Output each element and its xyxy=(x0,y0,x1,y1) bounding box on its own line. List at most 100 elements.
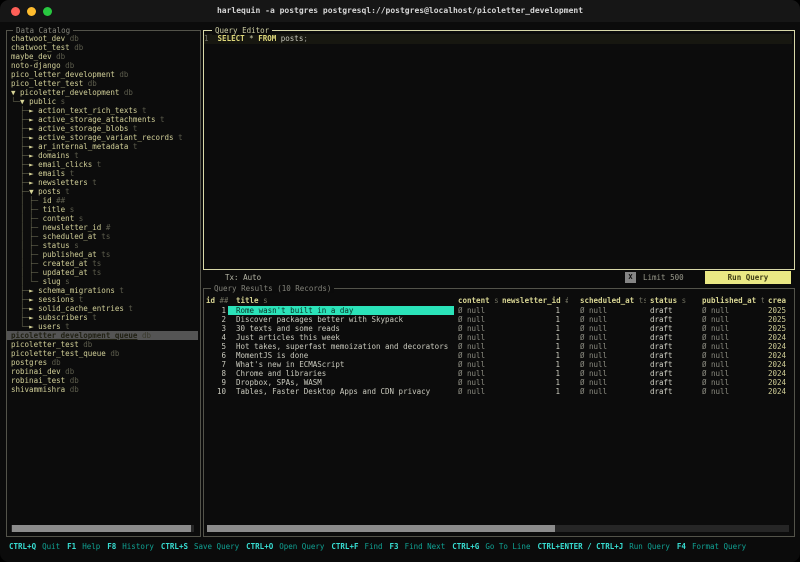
table-cell[interactable]: 1 xyxy=(500,306,568,315)
catalog-item[interactable]: maybe_dev db xyxy=(7,52,198,61)
table-cell[interactable]: 2024 xyxy=(764,342,792,351)
expand-arrow-icon[interactable]: ► xyxy=(29,295,38,304)
transaction-mode[interactable]: Tx: Auto xyxy=(225,271,261,284)
table-cell[interactable]: 30 texts and some reads xyxy=(228,324,454,333)
table-cell[interactable]: 2024 xyxy=(764,369,792,378)
catalog-item[interactable]: └─▼ public s xyxy=(7,97,198,106)
results-horizontal-scrollbar[interactable] xyxy=(207,525,789,532)
column-header[interactable]: status s xyxy=(646,296,690,306)
catalog-item[interactable]: │ └─ slug s xyxy=(7,277,198,286)
table-cell[interactable]: Ø null xyxy=(454,360,500,369)
footer-shortcut[interactable]: CTRL+FFind xyxy=(331,542,382,551)
expand-arrow-icon[interactable]: ► xyxy=(29,169,38,178)
limit-checkbox[interactable]: X xyxy=(625,272,636,283)
table-cell[interactable]: draft xyxy=(646,387,690,396)
table-cell[interactable]: Ø null xyxy=(454,369,500,378)
table-cell[interactable]: 2024 xyxy=(764,351,792,360)
table-row[interactable]: 4Just articles this weekØ null1Ø nulldra… xyxy=(204,333,792,342)
catalog-item[interactable]: picoletter_development_queue db xyxy=(7,331,198,340)
expand-arrow-icon[interactable]: ► xyxy=(29,133,38,142)
table-cell[interactable]: 1 xyxy=(500,342,568,351)
catalog-item[interactable]: robinai_dev db xyxy=(7,367,198,376)
table-cell[interactable]: Ø null xyxy=(454,378,500,387)
catalog-item[interactable]: ├─► active_storage_variant_records t xyxy=(7,133,198,142)
run-query-button[interactable]: Run Query xyxy=(705,271,791,284)
catalog-item[interactable]: ├─► emails t xyxy=(7,169,198,178)
table-cell[interactable]: draft xyxy=(646,360,690,369)
expand-arrow-icon[interactable]: ► xyxy=(29,151,38,160)
table-cell[interactable]: 1 xyxy=(500,324,568,333)
expand-arrow-icon[interactable]: ► xyxy=(29,178,38,187)
column-header[interactable]: title s xyxy=(228,296,454,306)
table-cell[interactable]: Ø null xyxy=(690,333,764,342)
catalog-item[interactable]: ├─► solid_cache_entries t xyxy=(7,304,198,313)
table-cell[interactable]: draft xyxy=(646,378,690,387)
table-cell[interactable]: draft xyxy=(646,342,690,351)
table-cell[interactable]: Ø null xyxy=(690,369,764,378)
catalog-item[interactable]: │ ├─ id ## xyxy=(7,196,198,205)
table-cell[interactable]: 10 xyxy=(204,387,228,396)
table-cell[interactable]: 2025 xyxy=(764,324,792,333)
table-cell[interactable]: Ø null xyxy=(690,351,764,360)
limit-input[interactable]: Limit 500 xyxy=(643,271,684,284)
expand-arrow-icon[interactable]: ▼ xyxy=(11,88,20,97)
expand-arrow-icon[interactable]: ► xyxy=(29,160,38,169)
table-cell[interactable]: Ø null xyxy=(690,342,764,351)
table-cell[interactable]: Dropbox, SPAs, WASM xyxy=(228,378,454,387)
catalog-item[interactable]: │ ├─ created_at ts xyxy=(7,259,198,268)
table-cell[interactable]: 2025 xyxy=(764,315,792,324)
table-row[interactable]: 8Chrome and librariesØ null1Ø nulldraftØ… xyxy=(204,369,792,378)
table-cell[interactable]: 1 xyxy=(500,351,568,360)
catalog-horizontal-scrollbar[interactable] xyxy=(11,525,194,532)
table-cell[interactable]: Ø null xyxy=(568,351,646,360)
catalog-item[interactable]: shivammishra db xyxy=(7,385,198,394)
table-cell[interactable]: 2025 xyxy=(764,306,792,315)
catalog-item[interactable]: ├─► ar_internal_metadata t xyxy=(7,142,198,151)
table-cell[interactable]: Chrome and libraries xyxy=(228,369,454,378)
table-cell[interactable]: 5 xyxy=(204,342,228,351)
footer-shortcut[interactable]: CTRL+SSave Query xyxy=(161,542,239,551)
table-cell[interactable]: 9 xyxy=(204,378,228,387)
catalog-item[interactable]: ▼ picoletter_development db xyxy=(7,88,198,97)
table-cell[interactable]: Ø null xyxy=(690,378,764,387)
catalog-item[interactable]: picoletter_test_queue db xyxy=(7,349,198,358)
table-cell[interactable]: draft xyxy=(646,315,690,324)
catalog-item[interactable]: ├─► active_storage_blobs t xyxy=(7,124,198,133)
table-row[interactable]: 330 texts and some readsØ null1Ø nulldra… xyxy=(204,324,792,333)
catalog-item[interactable]: chatwoot_test db xyxy=(7,43,198,52)
catalog-item[interactable]: chatwoot_dev db xyxy=(7,34,198,43)
catalog-item[interactable]: │ ├─ title s xyxy=(7,205,198,214)
catalog-item[interactable]: │ ├─ scheduled_at ts xyxy=(7,232,198,241)
column-header[interactable]: crea xyxy=(764,296,792,306)
catalog-item[interactable]: │ ├─ newsletter_id # xyxy=(7,223,198,232)
table-cell[interactable]: Ø null xyxy=(568,387,646,396)
table-cell[interactable]: Rome wasn't built in a day xyxy=(228,306,454,315)
table-cell[interactable]: Ø null xyxy=(568,369,646,378)
table-cell[interactable]: 6 xyxy=(204,351,228,360)
table-cell[interactable]: Discover packages better with Skypack xyxy=(228,315,454,324)
table-cell[interactable]: 1 xyxy=(500,378,568,387)
catalog-item[interactable]: ├─► subscribers t xyxy=(7,313,198,322)
editor-current-line[interactable]: 1 SELECT * FROM posts; xyxy=(204,34,792,44)
table-cell[interactable]: 7 xyxy=(204,360,228,369)
catalog-item[interactable]: │ ├─ status s xyxy=(7,241,198,250)
table-cell[interactable]: 3 xyxy=(204,324,228,333)
catalog-item[interactable]: noto-django db xyxy=(7,61,198,70)
table-row[interactable]: 9Dropbox, SPAs, WASMØ null1Ø nulldraftØ … xyxy=(204,378,792,387)
table-cell[interactable]: Ø null xyxy=(454,351,500,360)
table-cell[interactable]: Ø null xyxy=(690,315,764,324)
column-header[interactable]: id ## xyxy=(204,296,228,306)
footer-shortcut[interactable]: F3Find Next xyxy=(390,542,446,551)
table-cell[interactable]: Tables, Faster Desktop Apps and CDN priv… xyxy=(228,387,454,396)
table-cell[interactable]: Ø null xyxy=(568,360,646,369)
table-cell[interactable]: 2024 xyxy=(764,333,792,342)
expand-arrow-icon[interactable]: ► xyxy=(29,313,38,322)
table-cell[interactable]: Hot takes, superfast memoization and dec… xyxy=(228,342,454,351)
table-row[interactable]: 1Rome wasn't built in a dayØ null1Ø null… xyxy=(204,306,792,315)
catalog-item[interactable]: ├─▼ posts t xyxy=(7,187,198,196)
catalog-item[interactable]: ├─► domains t xyxy=(7,151,198,160)
query-editor-pane[interactable] xyxy=(203,30,795,270)
table-cell[interactable]: 1 xyxy=(500,387,568,396)
table-cell[interactable]: 2024 xyxy=(764,387,792,396)
results-table[interactable]: id ##title scontent snewsletter_id #sche… xyxy=(204,296,792,396)
